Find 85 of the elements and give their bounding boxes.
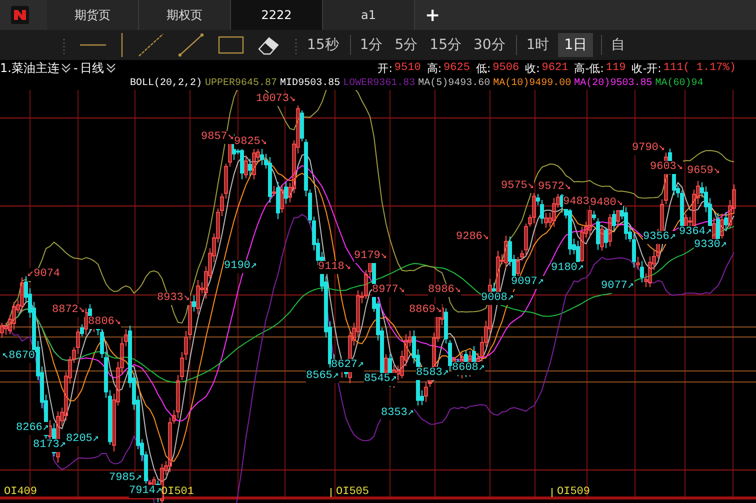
vertical-line-icon[interactable] [120, 33, 124, 57]
tab[interactable]: 2222 [231, 0, 323, 30]
tab[interactable]: 期权页 [139, 0, 231, 30]
quote-value: 9621 [542, 62, 568, 74]
indicator-value: MA(10)9499.00 [493, 78, 572, 88]
price-annotation: 8872↘ [52, 304, 86, 317]
quote-label: 高-低: [574, 60, 604, 76]
price-annotation: 9008↗ [481, 292, 514, 305]
price-annotation: 8627↗ [331, 359, 364, 372]
period-button[interactable]: 15分 [426, 33, 464, 57]
price-annotation: 8933↘ [157, 292, 190, 305]
price-annotation: 9077↗ [601, 280, 634, 293]
price-annotation: 8806↘ [88, 316, 122, 329]
price-annotation: 9572↘ [538, 181, 572, 194]
price-annotation: 7985↗ [109, 472, 142, 485]
period-button[interactable]: 15秒 [304, 33, 342, 57]
tab[interactable]: 期货页 [47, 0, 139, 30]
eraser-icon[interactable] [258, 35, 280, 55]
quote-label: 低: [476, 60, 491, 76]
price-annotation: 8545↗ [364, 373, 398, 386]
line-segment-icon[interactable] [178, 33, 204, 57]
double-chevron-down-icon[interactable] [106, 63, 116, 73]
price-annotation: 8608↗ [452, 362, 486, 375]
price-annotation: 8869↘ [409, 304, 442, 317]
date-axis-label: OI509 [557, 486, 590, 498]
quote-label: 收-开: [632, 60, 662, 76]
period-button[interactable]: 5分 [392, 33, 421, 57]
quote-value: 119 [606, 62, 626, 74]
price-annotation: 9483 [563, 196, 590, 209]
quote-value: 9506 [492, 62, 520, 74]
indicator-value: MID9503.85 [280, 78, 340, 88]
price-annotation: 8266↗ [16, 422, 50, 435]
rectangle-icon[interactable] [218, 36, 244, 54]
diagonal-line-icon[interactable] [138, 33, 164, 57]
indicator-value: MA(60)94 [655, 78, 704, 88]
indicator-value: MA(5)9493.60 [418, 78, 490, 88]
price-annotation: 9356↗ [643, 231, 676, 244]
price-annotation: 9575↘ [501, 180, 534, 193]
date-axis-label: OI409 [4, 486, 38, 498]
price-annotation: 8353↗ [381, 407, 414, 420]
indicator-value: UPPER9645.87 [205, 78, 278, 88]
period-button[interactable]: 30分 [470, 33, 508, 57]
quote-label: 高: [426, 60, 442, 76]
period-button[interactable]: 1日 [558, 33, 594, 57]
price-annotation: 8986↘ [428, 284, 462, 297]
price-annotation: 9330↗ [694, 239, 728, 252]
price-annotation: 8583↗ [416, 367, 450, 380]
price-annotation: 9480↘ [590, 197, 624, 210]
price-annotation: 8977↘ [372, 284, 406, 297]
period-button[interactable]: 自 [608, 33, 628, 57]
symbol-name[interactable]: 1.菜油主连 [0, 60, 60, 76]
price-annotation: 9857↘ [201, 131, 234, 144]
period-button[interactable]: 1时 [523, 33, 552, 57]
price-annotation: ↖8670 [2, 350, 36, 363]
price-annotation: 10073↘ [256, 93, 296, 106]
horizontal-line-icon[interactable] [80, 43, 106, 47]
app-logo-icon [11, 6, 29, 24]
price-annotation: 9179↘ [354, 250, 388, 263]
separator-text: - [73, 61, 78, 75]
quote-label: 收: [525, 60, 540, 76]
indicator-value: LOWER9361.83 [343, 78, 416, 88]
indicator-value: MA(20)9503.85 [574, 78, 652, 88]
price-annotation: 8205↗ [66, 433, 100, 446]
date-axis-label: OI505 [336, 486, 370, 498]
add-tab-button[interactable]: + [415, 0, 450, 30]
price-annotation: 8565↗ [306, 370, 340, 383]
price-annotation: 8173↗ [33, 439, 66, 452]
period-button[interactable]: 1分 [356, 33, 386, 57]
double-chevron-down-icon[interactable] [61, 63, 72, 73]
price-annotation: 9364↗ [679, 226, 712, 239]
quote-value: 9625 [444, 62, 470, 74]
period-name[interactable]: 日线 [80, 60, 104, 76]
price-annotation: 9603↘ [650, 161, 684, 174]
price-annotation: 9190↗ [224, 260, 258, 273]
quote-value: 9510 [394, 62, 421, 74]
indicator-value: BOLL(20,2,2) [130, 78, 202, 88]
price-annotation: 7914↗ [129, 485, 162, 498]
price-annotation: 9790↘ [632, 142, 666, 155]
tab[interactable]: a1 [323, 0, 415, 30]
price-annotation: 9097↗ [511, 276, 544, 289]
quote-label: 开: [378, 60, 392, 76]
quote-value: 111( 1.17%) [663, 62, 736, 74]
price-annotation: 9825↘ [234, 136, 268, 149]
price-annotation: 9118↘ [318, 261, 352, 274]
price-annotation: ↙9074 [27, 268, 60, 281]
